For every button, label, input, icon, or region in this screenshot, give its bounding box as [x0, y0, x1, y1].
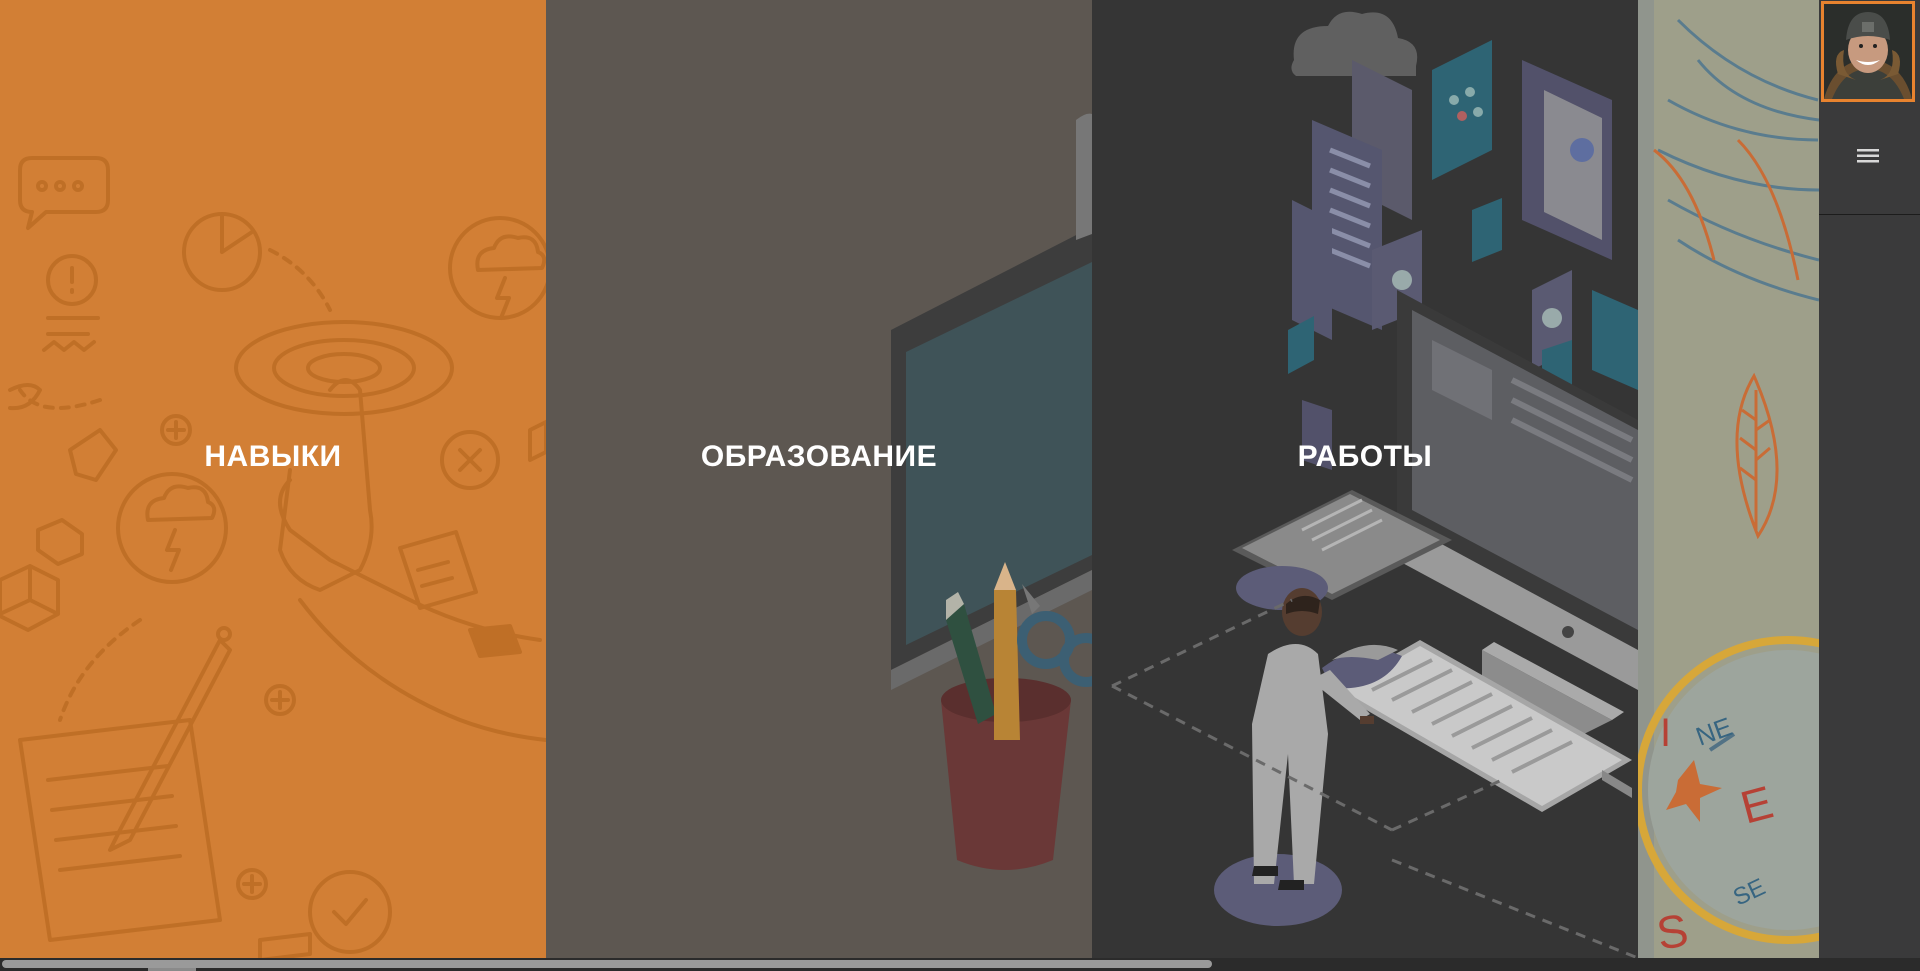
panel-education-title: ОБРАЗОВАНИЕ: [700, 440, 938, 473]
panel-works-title: РАБОТЫ: [1297, 440, 1433, 473]
doodle-illustration: [0, 156, 546, 958]
leaf-compass-illustration: NE E SE S I: [1638, 0, 1819, 958]
panel-education[interactable]: ОБРАЗОВАНИЕ: [546, 0, 1092, 958]
user-photo-icon: [1824, 4, 1912, 99]
desk-computer-illustration: [891, 113, 1092, 870]
panel-works[interactable]: РАБОТЫ: [1092, 0, 1638, 958]
scrollbar-thumb[interactable]: [2, 960, 1212, 968]
panel-partial-next[interactable]: NE E SE S I: [1638, 0, 1819, 958]
menu-button[interactable]: [1851, 140, 1887, 172]
avatar[interactable]: [1821, 1, 1915, 102]
section-panels: НАВЫКИ ОБРАЗОВАНИЕ РАБОТЫ NE E SE S I: [0, 0, 1819, 958]
panel-skills-title: НАВЫКИ: [204, 440, 342, 473]
panel-skills[interactable]: НАВЫКИ: [0, 0, 546, 958]
sidebar-divider: [1819, 214, 1920, 215]
hamburger-menu-icon: [1857, 149, 1879, 163]
right-sidebar: [1819, 0, 1920, 971]
workspace-illustration: [1111, 11, 1638, 958]
page: НАВЫКИ ОБРАЗОВАНИЕ РАБОТЫ NE E SE S I: [0, 0, 1920, 971]
horizontal-scrollbar[interactable]: [0, 958, 1920, 971]
